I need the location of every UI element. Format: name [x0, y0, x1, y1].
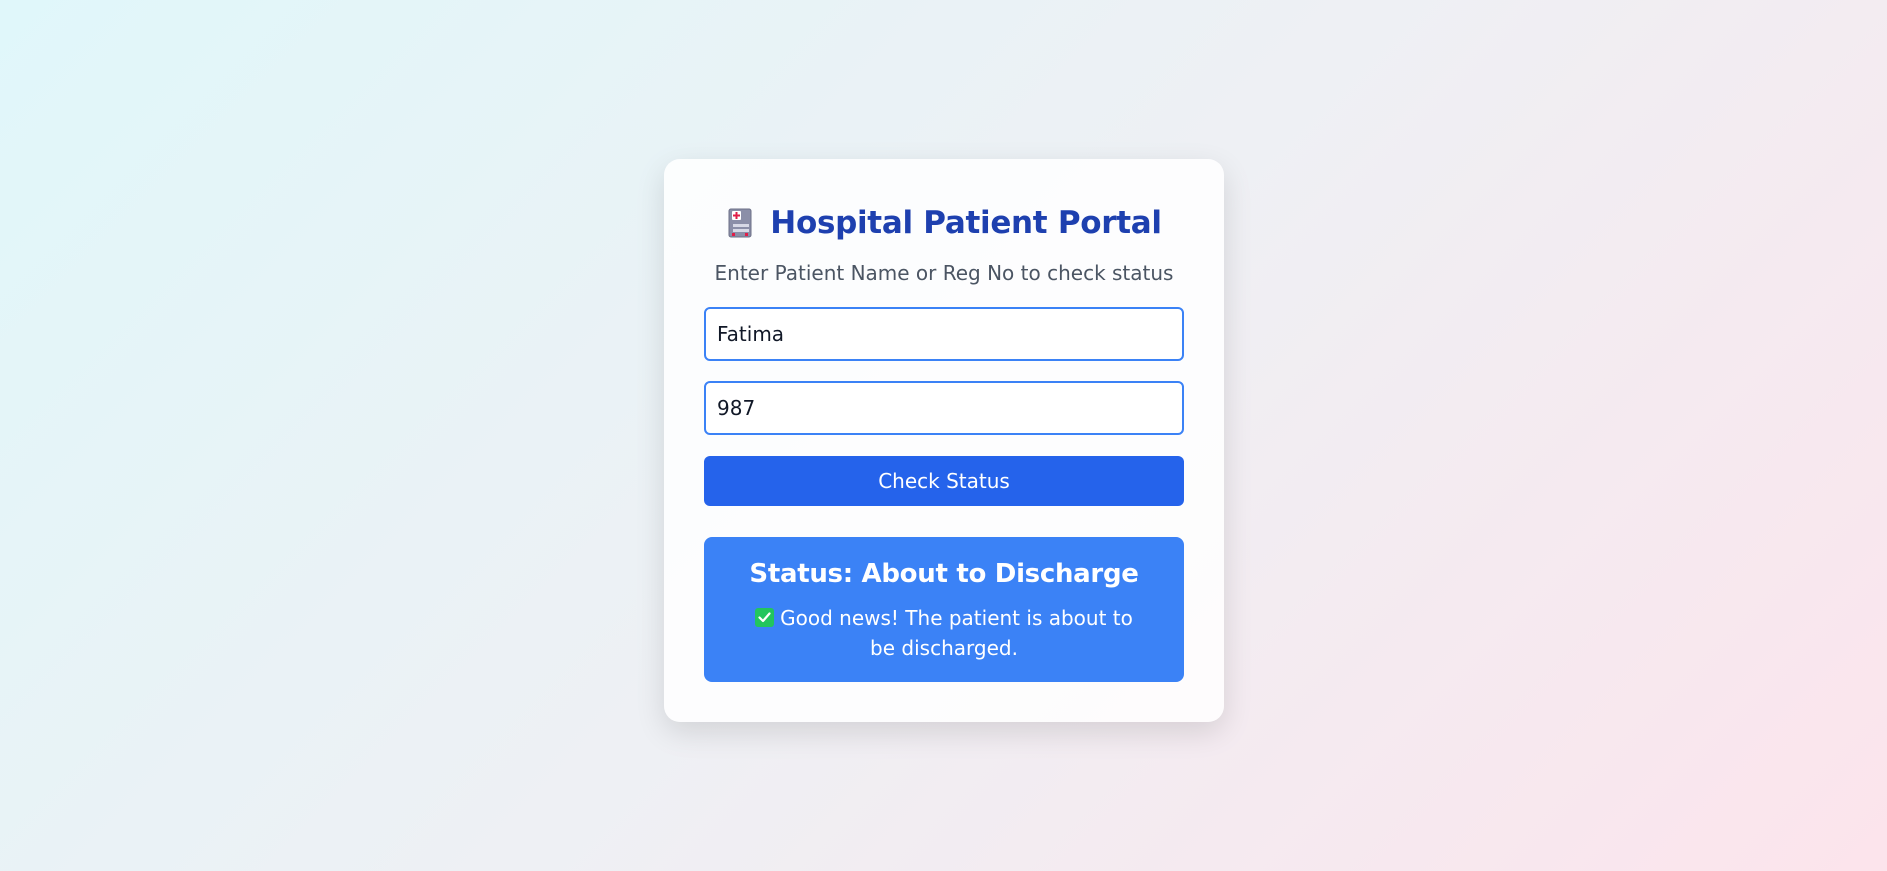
header: Hospital Patient Portal — [704, 203, 1184, 243]
hospital-icon — [726, 207, 756, 239]
page-subtitle: Enter Patient Name or Reg No to check st… — [714, 261, 1174, 285]
status-card: Hospital Patient Portal Enter Patient Na… — [664, 159, 1224, 722]
check-status-button[interactable]: Check Status — [704, 456, 1184, 506]
status-heading: Status: About to Discharge — [749, 559, 1139, 589]
status-message-row: Good news! The patient is about to be di… — [744, 603, 1144, 663]
check-icon — [755, 608, 775, 627]
reg-no-input[interactable] — [704, 381, 1184, 435]
page-title: Hospital Patient Portal — [770, 205, 1162, 241]
status-box: Status: About to Discharge Good news! Th… — [704, 537, 1184, 682]
status-message: Good news! The patient is about to be di… — [780, 606, 1133, 660]
patient-name-input[interactable] — [704, 307, 1184, 361]
